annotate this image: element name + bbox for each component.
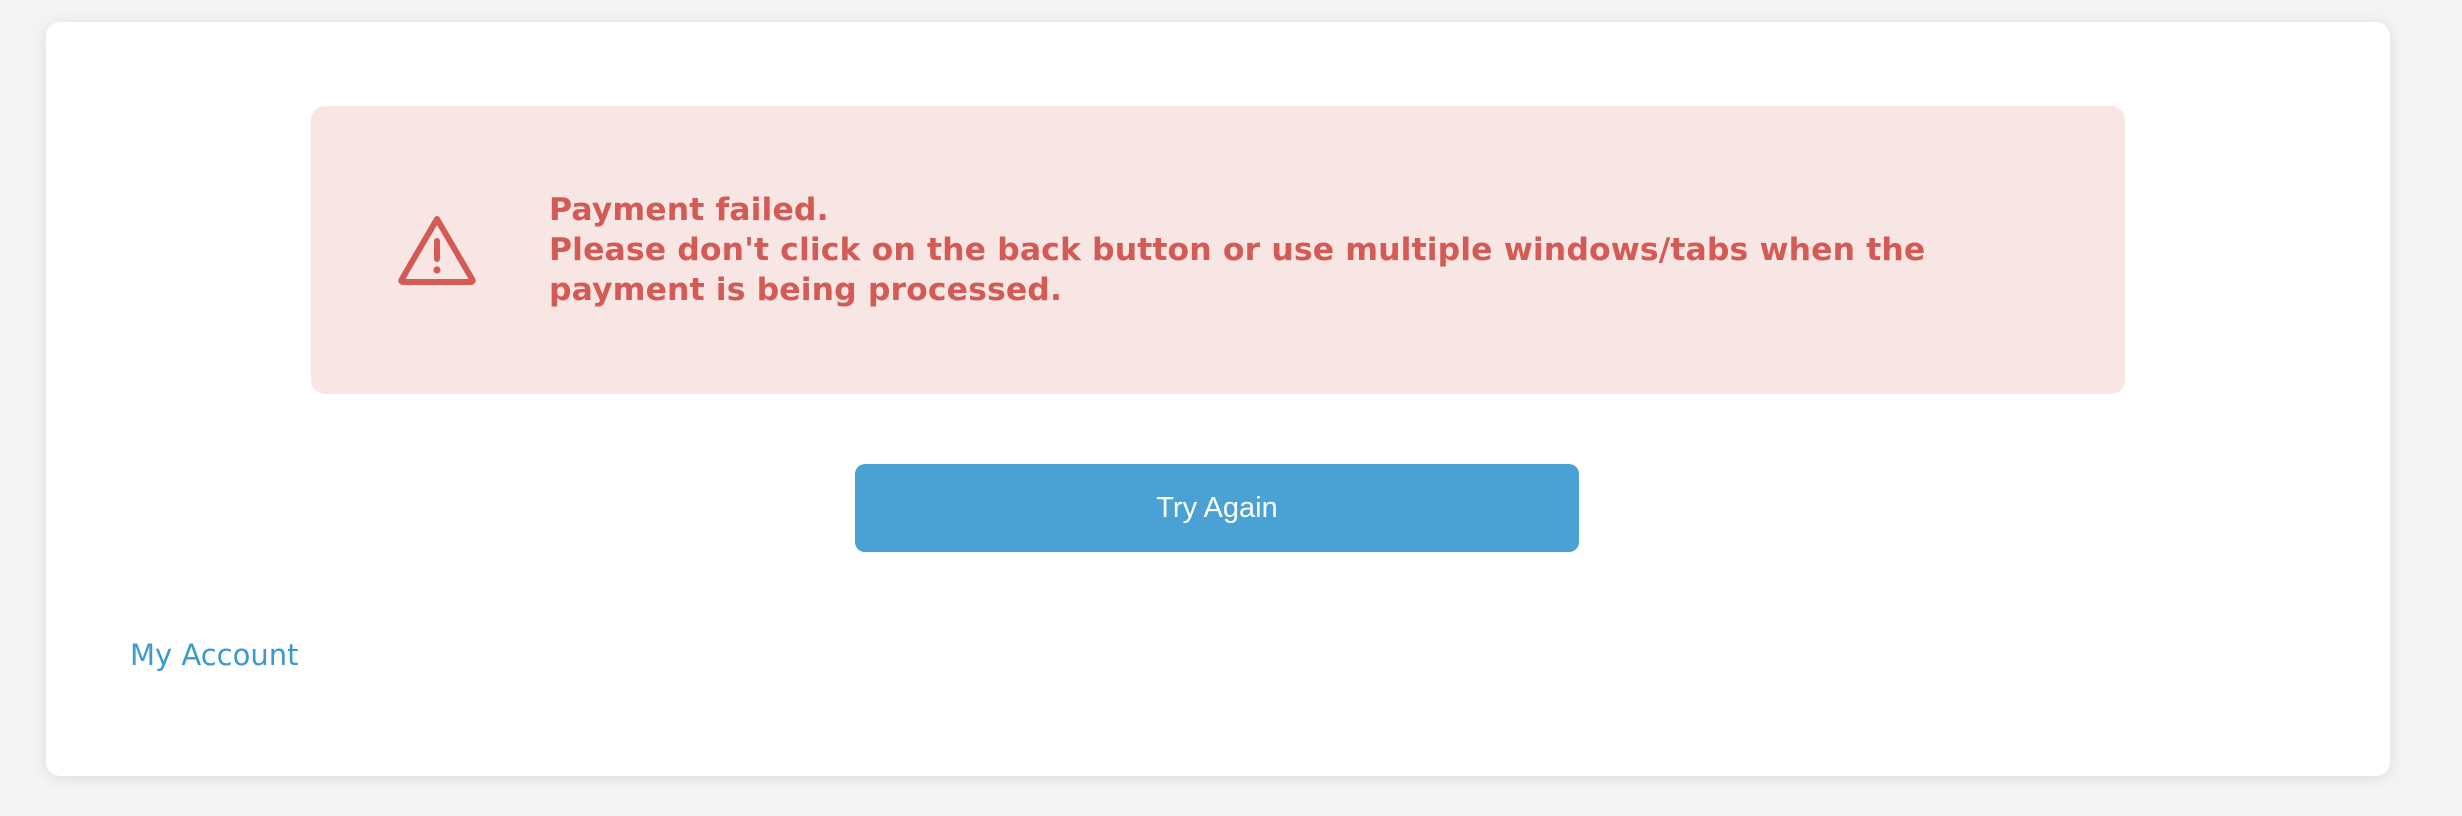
payment-result-card: Payment failed. Please don't click on th… — [46, 22, 2390, 776]
alert-message: Please don't click on the back button or… — [549, 232, 1926, 308]
alert-text: Payment failed. Please don't click on th… — [549, 190, 2089, 310]
payment-error-alert: Payment failed. Please don't click on th… — [311, 106, 2125, 394]
warning-triangle-icon — [397, 214, 477, 286]
my-account-link[interactable]: My Account — [130, 638, 299, 672]
alert-title: Payment failed. — [549, 192, 829, 228]
try-again-button[interactable]: Try Again — [855, 464, 1579, 552]
